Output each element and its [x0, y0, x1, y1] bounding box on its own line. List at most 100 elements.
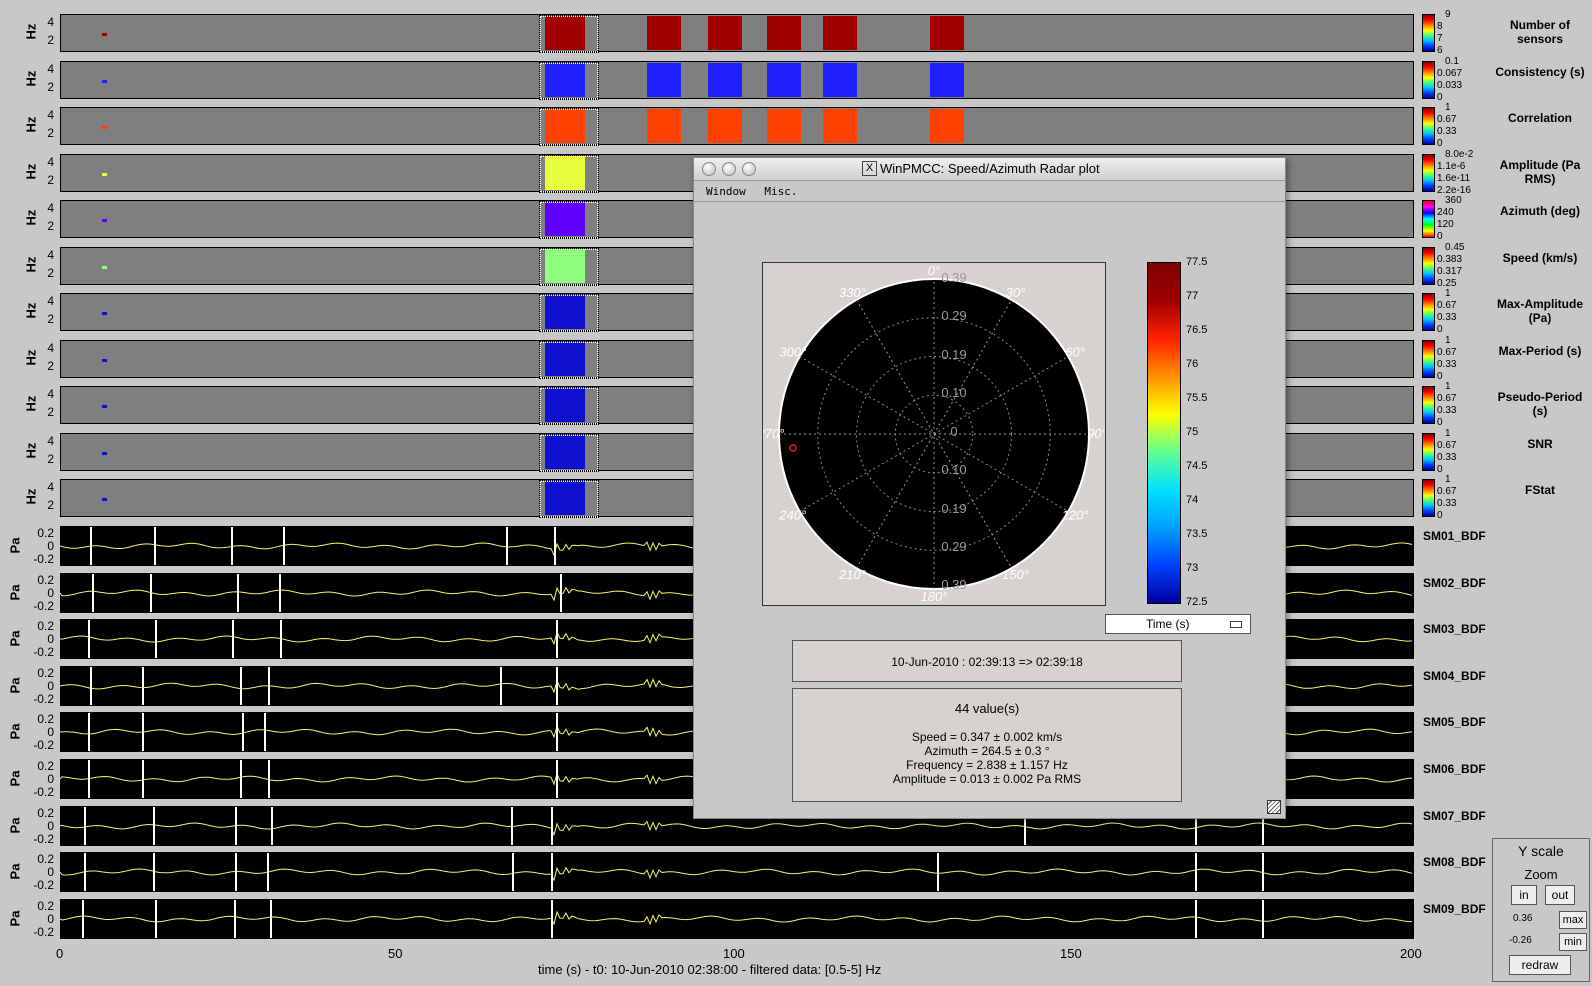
panel-label: Correlation [1507, 111, 1572, 125]
detection-pixel [708, 109, 742, 143]
menu-misc[interactable]: Misc. [764, 185, 797, 198]
colorbar-tick: 0 [1437, 92, 1443, 103]
detection-pixel [102, 126, 107, 129]
pick-marker [232, 620, 234, 658]
colorbar-tick: 0.33 [1437, 405, 1457, 416]
pick-marker [511, 807, 513, 845]
colorbar-tick: 0.67 [1437, 300, 1457, 311]
value-count: 44 value(s) [954, 701, 1020, 716]
detection-pixel [647, 109, 681, 143]
detection-pixel [102, 405, 107, 408]
panel-colorbar [1422, 61, 1435, 99]
pa-tick: -0.2 [33, 832, 54, 846]
hz-tick: 4 [47, 201, 54, 215]
selection-box [539, 15, 599, 53]
dialog-titlebar[interactable]: X WinPMCC: Speed/Azimuth Radar plot [694, 158, 1285, 181]
pick-marker [237, 574, 239, 612]
selection-box [539, 201, 599, 239]
station-label: SM03_BDF [1423, 622, 1486, 636]
pa-tick: -0.2 [33, 599, 54, 613]
detection-pixel [767, 63, 801, 97]
speed-ring-label: 0.39 [941, 577, 966, 592]
station-label: SM09_BDF [1423, 902, 1486, 916]
zoom-label: Zoom [1524, 867, 1558, 882]
waveform-trace [59, 866, 1413, 882]
detection-pixel [102, 173, 107, 176]
pick-marker [155, 620, 157, 658]
colorbar-tick: 0.33 [1437, 452, 1457, 463]
x-tick: 100 [723, 946, 745, 961]
hz-tick: 2 [47, 405, 54, 419]
azimuth-label: 90° [1087, 426, 1105, 441]
yscale-panel: Y scale Zoom in out 0.36 max -0.26 min r… [1492, 838, 1590, 982]
panel-label: Max-Amplitude (Pa) [1496, 297, 1583, 325]
detection-pixel [102, 359, 107, 362]
redraw-button[interactable]: redraw [1509, 955, 1571, 975]
pa-tick: -0.2 [33, 645, 54, 659]
colorbar-tick: 1 [1445, 474, 1451, 485]
pick-marker [1195, 900, 1197, 938]
pa-tick: 0 [47, 632, 54, 646]
time-select[interactable]: Time (s) [1105, 614, 1251, 634]
x-tick: 200 [1400, 946, 1422, 961]
detection-pixel [930, 63, 964, 97]
pick-marker [551, 807, 553, 845]
colorbar-tick: 0 [1437, 324, 1443, 335]
dialog-colorbar-tick: 77.5 [1186, 256, 1208, 268]
pick-marker [84, 807, 86, 845]
azimuth-label: 150° [1002, 567, 1029, 582]
max-button[interactable]: max [1559, 911, 1587, 929]
pick-marker [153, 853, 155, 891]
hz-tick: 2 [47, 359, 54, 373]
zoom-out-button[interactable]: out [1545, 885, 1575, 905]
azimuth-label: 270° [763, 426, 784, 441]
waveform-panel [59, 899, 1414, 939]
zoom-in-button[interactable]: in [1511, 885, 1537, 905]
station-label: SM04_BDF [1423, 669, 1486, 683]
selection-box [539, 480, 599, 518]
dialog-colorbar-tick: 75.5 [1186, 392, 1208, 404]
menu-window[interactable]: Window [706, 185, 746, 198]
pick-marker [153, 807, 155, 845]
speed-ring-label: 0.39 [941, 270, 966, 285]
hz-tick: 2 [47, 312, 54, 326]
selection-box [539, 248, 599, 286]
colorbar-tick: 0.45 [1445, 242, 1465, 253]
maximize-button[interactable] [742, 162, 756, 176]
pa-tick: -0.2 [33, 738, 54, 752]
selection-box [539, 108, 599, 146]
radar-svg: 0°30°60°90°120°150°180°210°240°270°300°3… [757, 263, 1107, 604]
hz-tick: 2 [47, 266, 54, 280]
dialog-menubar: Window Misc. [694, 181, 1285, 202]
close-button[interactable] [702, 162, 716, 176]
detection-pixel [708, 63, 742, 97]
selection-box [539, 434, 599, 472]
azimuth-label: 0° [928, 263, 940, 278]
colorbar-tick: 1 [1445, 288, 1451, 299]
hz-tick: 4 [47, 434, 54, 448]
radar-dialog: X WinPMCC: Speed/Azimuth Radar plot Wind… [693, 157, 1286, 819]
minimize-button[interactable] [722, 162, 736, 176]
pa-tick: 0 [47, 772, 54, 786]
colorbar-tick: 0.25 [1437, 278, 1457, 289]
colorbar-tick: 0.383 [1437, 254, 1463, 265]
pick-marker [240, 760, 242, 798]
resize-grip-icon[interactable] [1267, 800, 1281, 814]
min-button[interactable]: min [1559, 933, 1587, 951]
dialog-colorbar-tick: 73.5 [1186, 528, 1208, 540]
colorbar-tick: 0.33 [1437, 126, 1457, 137]
pick-marker [280, 620, 282, 658]
selection-box [539, 62, 599, 100]
pick-marker [267, 853, 269, 891]
colorbar-tick: 0.33 [1437, 498, 1457, 509]
panel-colorbar [1422, 107, 1435, 145]
pa-tick: -0.2 [33, 925, 54, 939]
pa-tick: 0.2 [37, 899, 54, 913]
colorbar-tick: 0.67 [1437, 440, 1457, 451]
panel-colorbar [1422, 386, 1435, 424]
colorbar-tick: 0.67 [1437, 393, 1457, 404]
dialog-colorbar-tick: 73 [1186, 562, 1199, 574]
radar-plot: 0°30°60°90°120°150°180°210°240°270°300°3… [757, 262, 1107, 606]
detection-pixel [767, 109, 801, 143]
pick-marker [551, 853, 553, 891]
